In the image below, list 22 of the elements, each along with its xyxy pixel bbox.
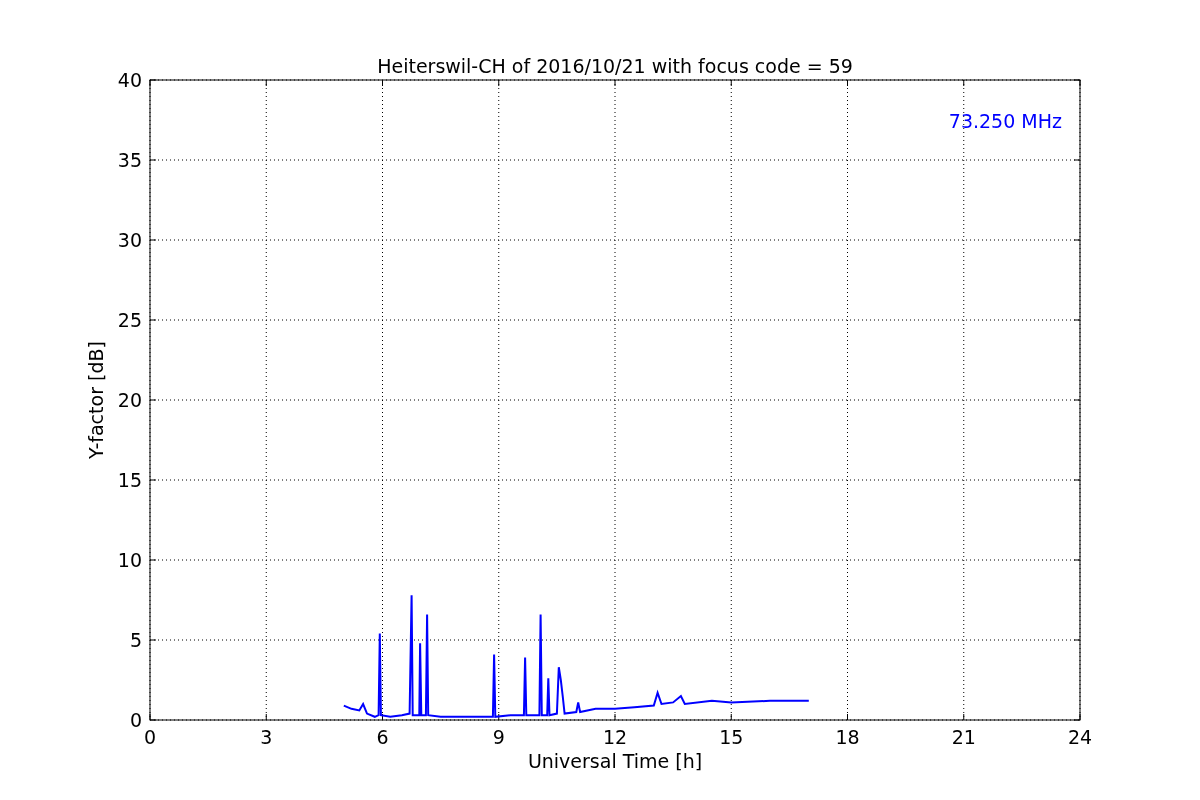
x-tick-label: 24 bbox=[1067, 726, 1093, 748]
y-tick-label: 5 bbox=[129, 629, 142, 651]
x-tick-label: 12 bbox=[602, 726, 628, 748]
x-tick-label: 6 bbox=[376, 726, 389, 748]
y-tick-label: 0 bbox=[129, 709, 142, 731]
y-tick-label: 25 bbox=[117, 309, 142, 331]
x-tick-label: 21 bbox=[951, 726, 976, 748]
y-axis-label: Y-factor [dB] bbox=[85, 341, 107, 459]
x-tick-label: 0 bbox=[143, 726, 157, 748]
series-label: 73.250 MHz bbox=[948, 110, 1062, 132]
x-axis-label: Universal Time [h] bbox=[527, 750, 703, 772]
x-tick-label: 18 bbox=[835, 726, 860, 748]
y-tick-label: 35 bbox=[117, 149, 142, 171]
chart-title: Heiterswil-CH of 2016/10/21 with focus code = 59 bbox=[377, 55, 853, 77]
y-tick-label: 20 bbox=[117, 389, 142, 411]
x-tick-label: 3 bbox=[260, 726, 273, 748]
y-tick-label: 15 bbox=[117, 469, 142, 491]
x-tick-label: 15 bbox=[719, 726, 744, 748]
y-tick-label: 40 bbox=[117, 69, 142, 91]
x-tick-label: 9 bbox=[492, 726, 505, 748]
y-tick-label: 10 bbox=[117, 549, 142, 571]
y-tick-label: 30 bbox=[117, 229, 142, 251]
